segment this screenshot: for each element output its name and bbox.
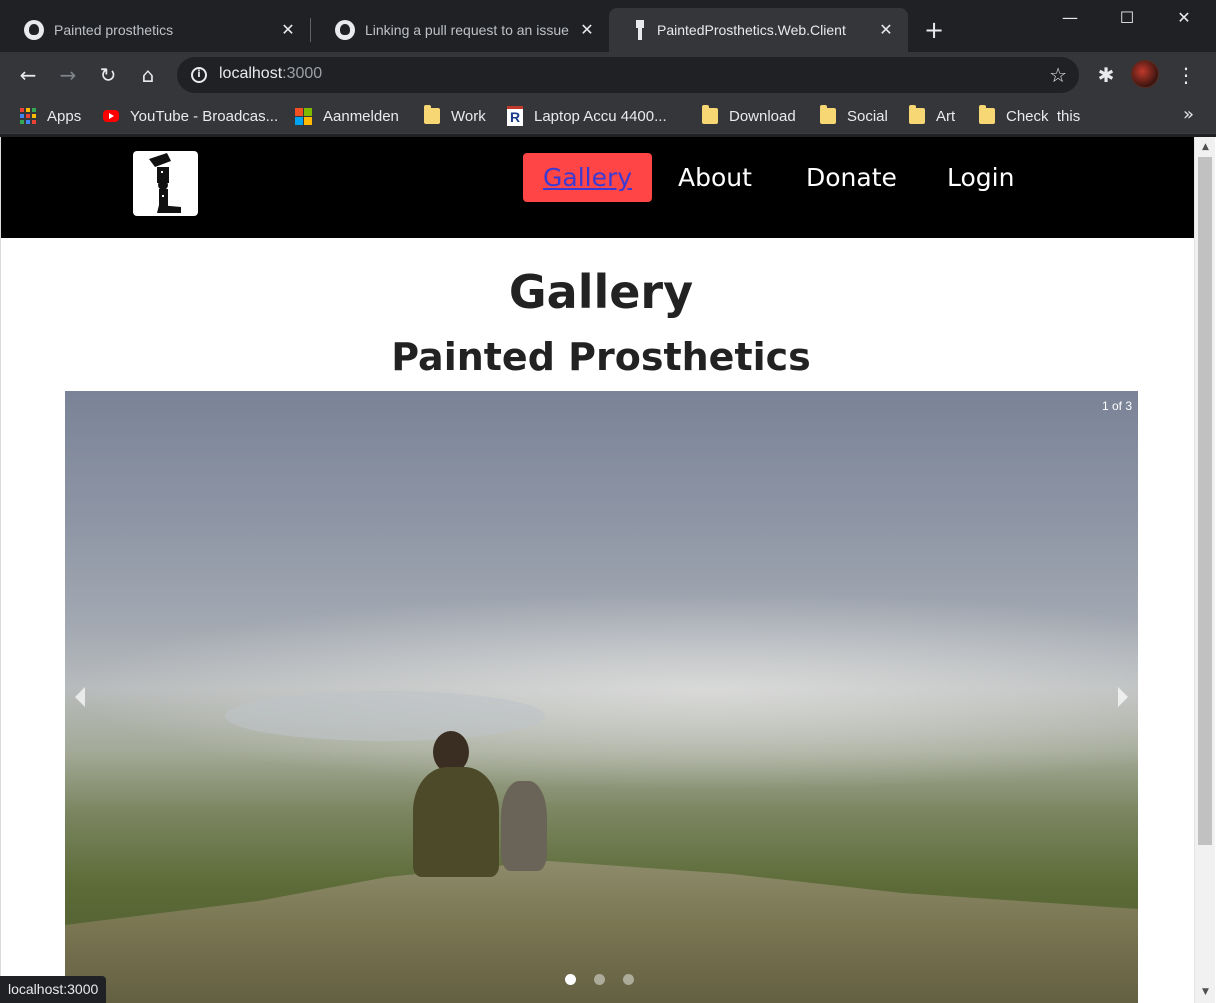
forward-button[interactable]: → [54,61,82,89]
folder-icon [424,105,440,124]
folder-icon [909,105,925,124]
site-logo[interactable] [133,151,198,216]
slide-image-person [409,731,499,881]
bookmark-laptop-accu[interactable]: R Laptop Accu 4400... [507,105,667,127]
carousel-next-arrow-icon[interactable] [1118,687,1128,707]
back-button[interactable]: ← [14,61,42,89]
prosthetic-leg-logo-icon [149,153,181,213]
prosthetic-leg-icon [633,20,647,40]
tab-painted-prosthetics-client[interactable]: PaintedProsthetics.Web.Client ✕ [609,8,908,52]
new-tab-button[interactable]: + [924,16,944,44]
site-header: Gallery About Donate Login [1,137,1195,238]
bookmark-label: Social [847,107,888,125]
carousel-dot-1[interactable] [565,974,576,985]
slide-image-dog [501,781,547,871]
status-url-bubble: localhost:3000 [0,976,107,1003]
nav-donate-link[interactable]: Donate [786,153,917,202]
bookmark-art[interactable]: Art [909,105,955,127]
microsoft-icon [295,107,312,125]
github-icon [24,20,44,40]
bookmark-label: Download [729,107,796,125]
page-scrollbar[interactable]: ▲ ▼ [1194,137,1215,1003]
carousel-prev-arrow-icon[interactable] [75,687,85,707]
bookmark-label: Apps [47,107,82,125]
youtube-icon [103,110,119,122]
tab-linking-pull-request[interactable]: Linking a pull request to an issue ✕ [311,8,609,52]
close-icon[interactable]: ✕ [577,20,597,40]
slide-counter: 1 of 3 [1101,399,1132,413]
carousel-dot-2[interactable] [594,974,605,985]
nav-login-link[interactable]: Login [927,153,1034,202]
folder-icon [702,105,718,124]
bookmark-check-this[interactable]: Check this [979,105,1080,127]
bookmarks-bar: Apps YouTube - Broadcas... Aanmelden Wor… [0,98,1216,134]
browser-toolbar: ← → ↻ ⌂ i localhost:3000 ☆ ✱ ⋮ [0,52,1216,98]
address-bar[interactable]: i localhost:3000 ☆ [177,57,1079,93]
bookmark-label: Aanmelden [323,107,399,125]
apps-grid-icon [20,108,36,124]
bookmark-social[interactable]: Social [820,105,888,127]
tab-title: PaintedProsthetics.Web.Client [657,22,846,38]
close-icon[interactable]: ✕ [278,20,298,40]
nav-about-link[interactable]: About [658,153,772,202]
close-icon[interactable]: ✕ [876,20,896,40]
tab-strip: Painted prosthetics ✕ Linking a pull req… [0,0,1216,52]
profile-avatar[interactable] [1131,60,1159,88]
tab-painted-prosthetics[interactable]: Painted prosthetics ✕ [0,8,310,52]
bookmark-label: YouTube - Broadcas... [130,107,279,125]
r-logo-icon: R [507,106,523,126]
bookmark-label: Work [451,107,486,125]
tab-title: Linking a pull request to an issue [365,22,569,38]
url-host: localhost [219,65,283,82]
page-viewport: Gallery About Donate Login Gallery Paint… [0,137,1216,1003]
carousel-dot-3[interactable] [623,974,634,985]
bookmark-aanmelden[interactable]: Aanmelden [295,105,399,127]
bookmark-label: Art [936,107,956,125]
scrollbar-thumb[interactable] [1198,157,1212,845]
site-info-icon[interactable]: i [191,67,207,83]
scroll-down-arrow-icon[interactable]: ▼ [1195,984,1216,1001]
bookmark-apps[interactable]: Apps [20,105,81,127]
bookmark-download[interactable]: Download [702,105,796,127]
home-button[interactable]: ⌂ [134,61,162,89]
carousel-indicators [565,974,634,985]
page-subtitle: Painted Prosthetics [391,335,811,379]
person-body [413,767,499,877]
gallery-carousel[interactable]: 1 of 3 [65,391,1138,1003]
folder-icon [820,105,836,124]
extensions-icon[interactable]: ✱ [1092,61,1120,89]
bookmark-work[interactable]: Work [424,105,486,127]
close-window-button[interactable]: ✕ [1161,4,1207,32]
nav-gallery-link[interactable]: Gallery [523,153,653,202]
maximize-button[interactable]: ☐ [1104,4,1150,32]
bookmark-youtube[interactable]: YouTube - Broadcas... [103,105,278,127]
bookmarks-overflow-button[interactable]: » [1183,104,1194,125]
url-port: :3000 [282,65,323,82]
tab-title: Painted prosthetics [54,22,174,38]
reload-button[interactable]: ↻ [94,61,122,89]
minimize-button[interactable]: — [1047,4,1093,32]
bookmark-label: Laptop Accu 4400... [534,107,667,125]
folder-icon [979,105,995,124]
page-title: Gallery [508,265,694,319]
github-icon [335,20,355,40]
address-url[interactable]: localhost:3000 [219,65,322,83]
bookmark-star-icon[interactable]: ☆ [1049,63,1067,87]
bookmark-label: Check this [1006,107,1081,125]
scroll-up-arrow-icon[interactable]: ▲ [1195,139,1216,156]
menu-kebab-icon[interactable]: ⋮ [1172,61,1200,89]
slide-image-fog [65,591,1138,791]
